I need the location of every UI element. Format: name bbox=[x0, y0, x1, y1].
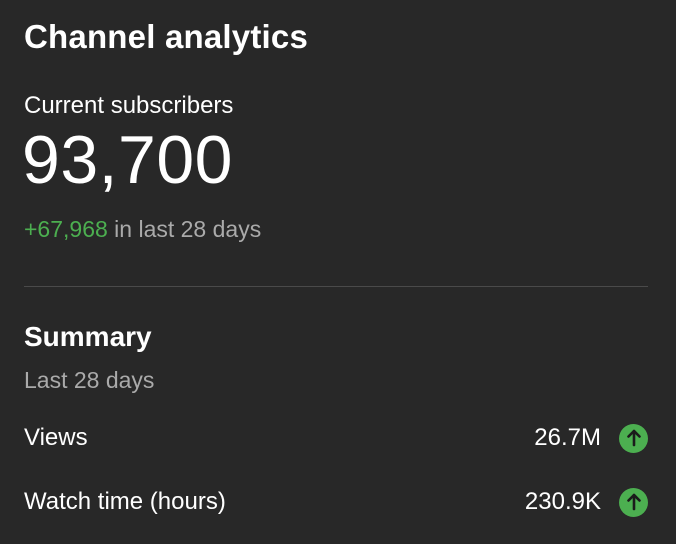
subscriber-delta-line: +67,968 in last 28 days bbox=[24, 216, 261, 243]
metric-value: 26.7M bbox=[534, 424, 601, 451]
metric-row-watch-time[interactable]: Watch time (hours) 230.9K bbox=[24, 485, 648, 519]
subscriber-delta-period: in last 28 days bbox=[107, 216, 262, 242]
arrow-up-icon bbox=[619, 487, 648, 517]
subscriber-delta-value: +67,968 bbox=[24, 216, 108, 242]
subscriber-count: 93,700 bbox=[22, 122, 233, 198]
metric-value: 230.9K bbox=[524, 488, 601, 515]
metric-row-views[interactable]: Views 26.7M bbox=[24, 421, 648, 455]
page-title: Channel analytics bbox=[24, 18, 308, 55]
channel-analytics-card: Channel analytics Current subscribers 93… bbox=[0, 0, 676, 544]
arrow-up-icon bbox=[619, 423, 648, 453]
current-subscribers-label: Current subscribers bbox=[24, 92, 234, 119]
metric-label: Watch time (hours) bbox=[24, 488, 226, 515]
metric-label: Views bbox=[24, 424, 88, 451]
summary-period: Last 28 days bbox=[24, 367, 155, 393]
summary-title: Summary bbox=[24, 321, 152, 352]
section-divider bbox=[24, 286, 648, 287]
